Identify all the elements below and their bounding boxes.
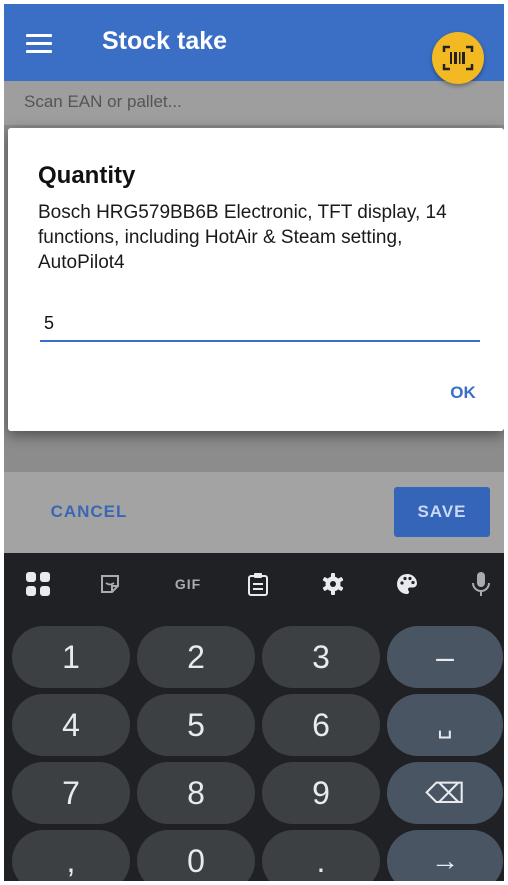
key-enter[interactable]: →: [387, 830, 503, 881]
key-7[interactable]: 7: [12, 762, 130, 824]
palette-icon[interactable]: [391, 568, 423, 600]
keyboard-toolbar: GIF: [4, 553, 504, 615]
microphone-icon[interactable]: [465, 568, 497, 600]
key-2[interactable]: 2: [137, 626, 255, 688]
barcode-scan-icon: [442, 45, 474, 71]
ok-button[interactable]: OK: [438, 378, 488, 408]
quantity-dialog: Quantity Bosch HRG579BB6B Electronic, TF…: [8, 128, 504, 431]
key-4[interactable]: 4: [12, 694, 130, 756]
app-screen: Stock take CANCEL SAVE Quantity Bosch HR…: [4, 4, 504, 881]
key-backspace[interactable]: ⌫: [387, 762, 503, 824]
key-5[interactable]: 5: [137, 694, 255, 756]
gif-icon[interactable]: GIF: [168, 568, 208, 600]
page-title: Stock take: [102, 27, 228, 55]
gear-icon[interactable]: [317, 568, 349, 600]
sticker-icon[interactable]: [94, 568, 126, 600]
save-button[interactable]: SAVE: [394, 487, 490, 537]
key-0[interactable]: 0: [137, 830, 255, 881]
key-1[interactable]: 1: [12, 626, 130, 688]
barcode-scan-button[interactable]: [432, 32, 484, 84]
soft-keyboard: GIF 1 2 3 – 4 5 6 ␣ 7 8 9 ⌫ , 0 . →: [4, 553, 504, 881]
key-period[interactable]: .: [262, 830, 380, 881]
apps-grid-icon[interactable]: [22, 568, 54, 600]
app-bar: Stock take: [4, 4, 504, 81]
scan-bar: [4, 81, 504, 125]
hamburger-icon[interactable]: [26, 34, 54, 54]
key-3[interactable]: 3: [262, 626, 380, 688]
dialog-title: Quantity: [38, 162, 136, 189]
cancel-button[interactable]: CANCEL: [34, 494, 144, 530]
product-description: Bosch HRG579BB6B Electronic, TFT display…: [38, 202, 447, 273]
clipboard-icon[interactable]: [242, 568, 274, 600]
key-8[interactable]: 8: [137, 762, 255, 824]
scan-input[interactable]: [24, 89, 424, 115]
key-comma[interactable]: ,: [12, 830, 130, 881]
key-minus[interactable]: –: [387, 626, 503, 688]
key-6[interactable]: 6: [262, 694, 380, 756]
key-9[interactable]: 9: [262, 762, 380, 824]
quantity-input[interactable]: [40, 306, 480, 342]
key-space[interactable]: ␣: [387, 694, 503, 756]
